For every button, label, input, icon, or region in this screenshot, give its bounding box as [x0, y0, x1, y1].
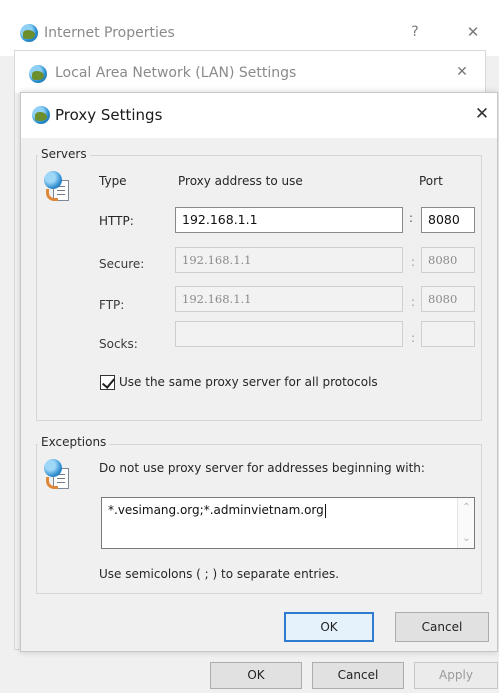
- socks-colon: :: [411, 331, 416, 345]
- ftp-label: FTP:: [99, 298, 125, 312]
- exceptions-scrollbar[interactable]: ⌃ ⌄: [457, 498, 474, 548]
- secure-port-input[interactable]: 8080: [421, 247, 475, 273]
- servers-network-icon: [44, 171, 74, 205]
- scroll-up-icon[interactable]: ⌃: [458, 502, 475, 513]
- scroll-down-icon[interactable]: ⌄: [458, 533, 475, 544]
- proxy-settings-title: Proxy Settings: [55, 106, 163, 124]
- exceptions-textarea[interactable]: *.vesimang.org;*.adminvietnam.org ⌃ ⌄: [101, 497, 475, 549]
- http-colon: :: [409, 211, 414, 225]
- port-header: Port: [419, 174, 443, 188]
- type-header: Type: [99, 174, 127, 188]
- help-button[interactable]: ?: [400, 24, 430, 40]
- internet-globe-icon: [20, 24, 38, 42]
- exceptions-network-icon: [44, 459, 74, 493]
- same-proxy-checkbox[interactable]: [100, 375, 115, 390]
- internet-properties-titlebar: Internet Properties ? ✕: [0, 0, 499, 56]
- proxy-settings-dialog: Proxy Settings ✕ Servers Type Proxy addr…: [20, 92, 498, 652]
- proxy-cancel-button[interactable]: Cancel: [395, 612, 489, 642]
- socks-label: Socks:: [99, 337, 138, 351]
- same-proxy-label[interactable]: Use the same proxy server for all protoc…: [119, 375, 378, 389]
- socks-address-input[interactable]: [175, 321, 403, 347]
- internet-properties-title: Internet Properties: [44, 25, 175, 41]
- http-label: HTTP:: [99, 214, 134, 228]
- secure-colon: :: [411, 255, 416, 269]
- servers-group-title: Servers: [38, 147, 90, 161]
- internet-properties-close-button[interactable]: ✕: [458, 23, 488, 41]
- http-port-input[interactable]: 8080: [421, 207, 475, 233]
- ftp-port-input[interactable]: 8080: [421, 286, 475, 312]
- secure-label: Secure:: [99, 257, 145, 271]
- exceptions-group-title: Exceptions: [38, 435, 110, 449]
- proxy-address-header: Proxy address to use: [178, 174, 303, 188]
- lan-settings-titlebar: Local Area Network (LAN) Settings ✕: [15, 51, 485, 93]
- internet-properties-button-bar: OK Cancel Apply: [0, 650, 499, 693]
- text-caret: [324, 503, 326, 518]
- inet-apply-button[interactable]: Apply: [414, 662, 498, 689]
- socks-port-input[interactable]: [421, 321, 475, 347]
- http-address-input[interactable]: 192.168.1.1: [175, 207, 403, 233]
- exceptions-hint: Use semicolons ( ; ) to separate entries…: [99, 567, 340, 581]
- exceptions-description: Do not use proxy server for addresses be…: [99, 461, 425, 475]
- lan-settings-title: Local Area Network (LAN) Settings: [55, 65, 297, 81]
- ftp-colon: :: [411, 295, 416, 309]
- proxy-globe-icon: [32, 106, 50, 124]
- exceptions-value: *.vesimang.org;*.adminvietnam.org: [108, 503, 324, 517]
- lan-globe-icon: [29, 65, 47, 83]
- inet-cancel-button[interactable]: Cancel: [312, 662, 404, 689]
- lan-settings-close-button[interactable]: ✕: [447, 64, 477, 80]
- inet-ok-button[interactable]: OK: [210, 662, 302, 689]
- proxy-ok-button[interactable]: OK: [284, 612, 374, 642]
- secure-address-input[interactable]: 192.168.1.1: [175, 247, 403, 273]
- proxy-settings-titlebar: Proxy Settings ✕: [21, 93, 497, 138]
- ftp-address-input[interactable]: 192.168.1.1: [175, 286, 403, 312]
- proxy-settings-close-button[interactable]: ✕: [467, 104, 497, 124]
